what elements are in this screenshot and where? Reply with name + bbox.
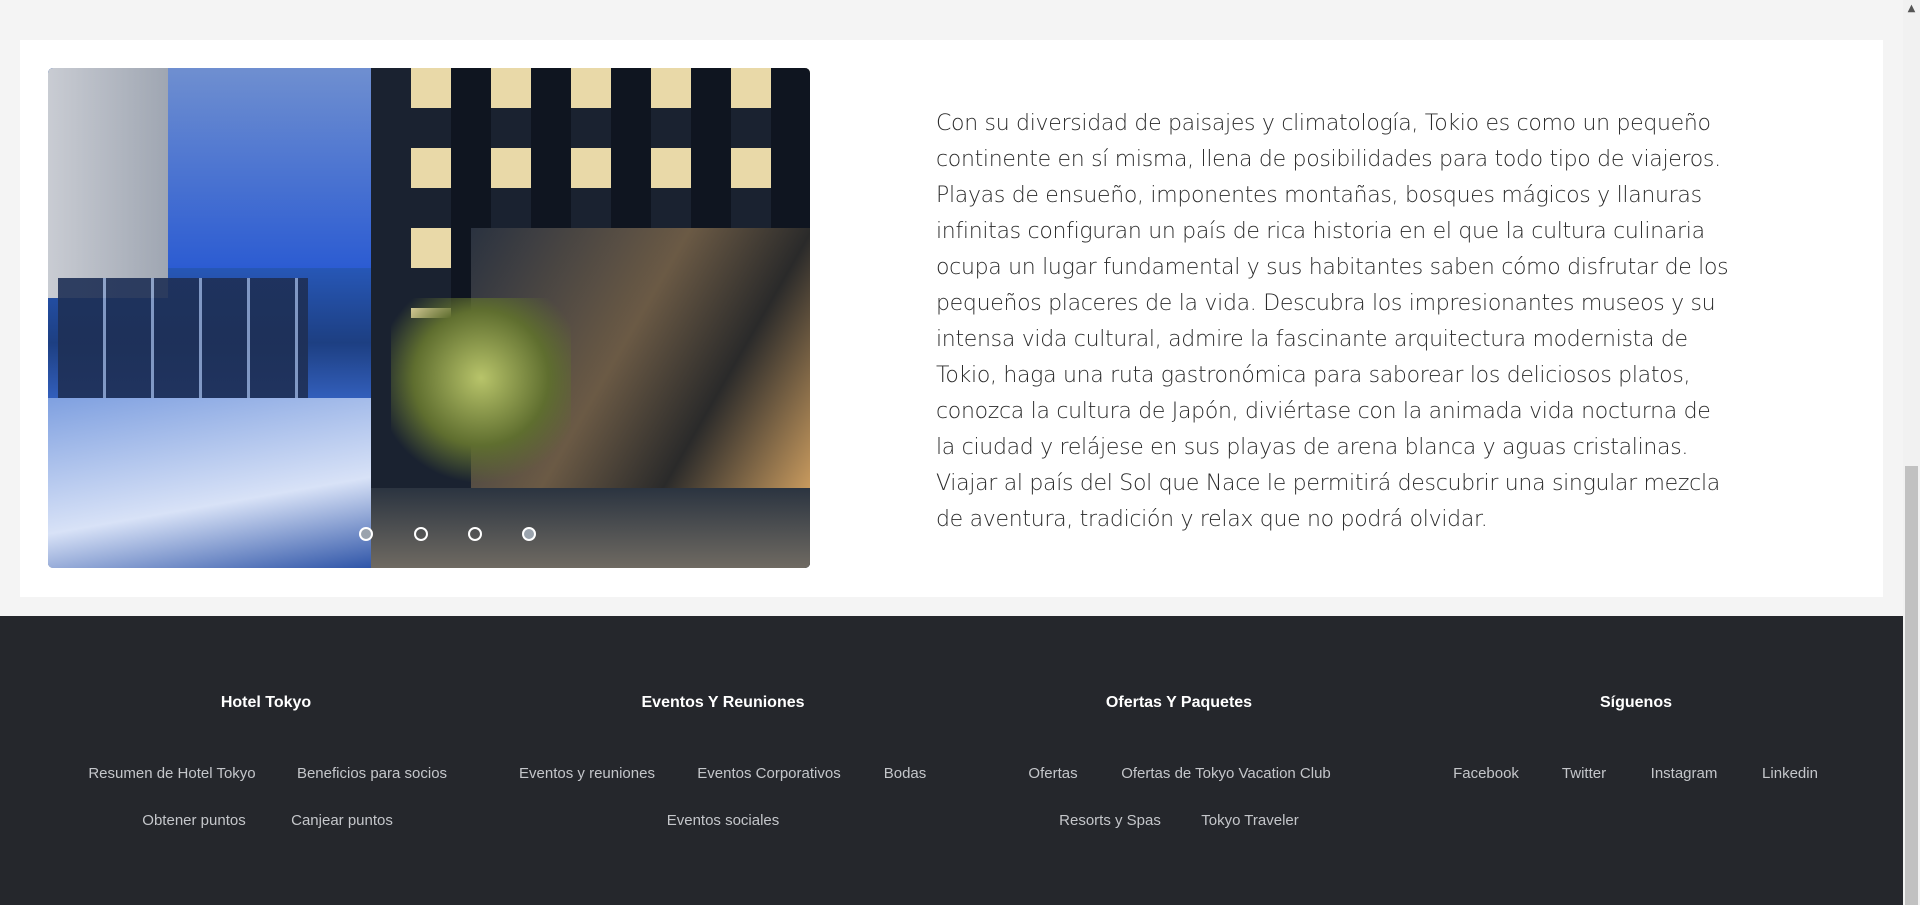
scroll-up-arrow-icon[interactable]: ▲ — [1903, 0, 1920, 17]
footer-link-eventos-sociales[interactable]: Eventos sociales — [667, 812, 780, 829]
carousel-slide-image-right — [371, 68, 810, 568]
footer-link-facebook[interactable]: Facebook — [1453, 765, 1519, 782]
footer-link-vacation-club[interactable]: Ofertas de Tokyo Vacation Club — [1121, 765, 1331, 782]
footer-link-resorts-spas[interactable]: Resorts y Spas — [1059, 812, 1161, 829]
footer-title-siguenos: Síguenos — [1599, 694, 1673, 711]
footer-link-ofertas[interactable]: Ofertas — [1028, 765, 1077, 782]
hotel-image-carousel[interactable] — [48, 68, 810, 568]
carousel-slide-image-left — [48, 68, 371, 568]
footer-link-twitter[interactable]: Twitter — [1562, 765, 1606, 782]
footer-title-hotel-tokyo: Hotel Tokyo — [220, 694, 312, 711]
footer-link-eventos-reuniones[interactable]: Eventos y reuniones — [519, 765, 655, 782]
footer-link-instagram[interactable]: Instagram — [1651, 765, 1718, 782]
footer-link-canjear-puntos[interactable]: Canjear puntos — [291, 812, 393, 829]
footer-title-ofertas: Ofertas Y Paquetes — [1105, 694, 1253, 711]
carousel-dot-3[interactable] — [468, 527, 482, 541]
site-footer — [0, 616, 1903, 905]
footer-title-eventos: Eventos Y Reuniones — [641, 694, 805, 711]
footer-link-bodas[interactable]: Bodas — [884, 765, 927, 782]
footer-link-beneficios-socios[interactable]: Beneficios para socios — [297, 765, 447, 782]
carousel-dot-2[interactable] — [414, 527, 428, 541]
scrollbar-thumb[interactable] — [1905, 466, 1918, 905]
carousel-dot-1[interactable] — [359, 527, 373, 541]
hotel-description: Con su diversidad de paisajes y climatol… — [936, 111, 1729, 532]
footer-link-tokyo-traveler[interactable]: Tokyo Traveler — [1201, 812, 1299, 829]
carousel-dot-4[interactable] — [522, 527, 536, 541]
footer-link-linkedin[interactable]: Linkedin — [1762, 765, 1818, 782]
footer-link-resumen-hotel[interactable]: Resumen de Hotel Tokyo — [88, 765, 255, 782]
footer-link-eventos-corporativos[interactable]: Eventos Corporativos — [697, 765, 840, 782]
footer-link-obtener-puntos[interactable]: Obtener puntos — [142, 812, 245, 829]
